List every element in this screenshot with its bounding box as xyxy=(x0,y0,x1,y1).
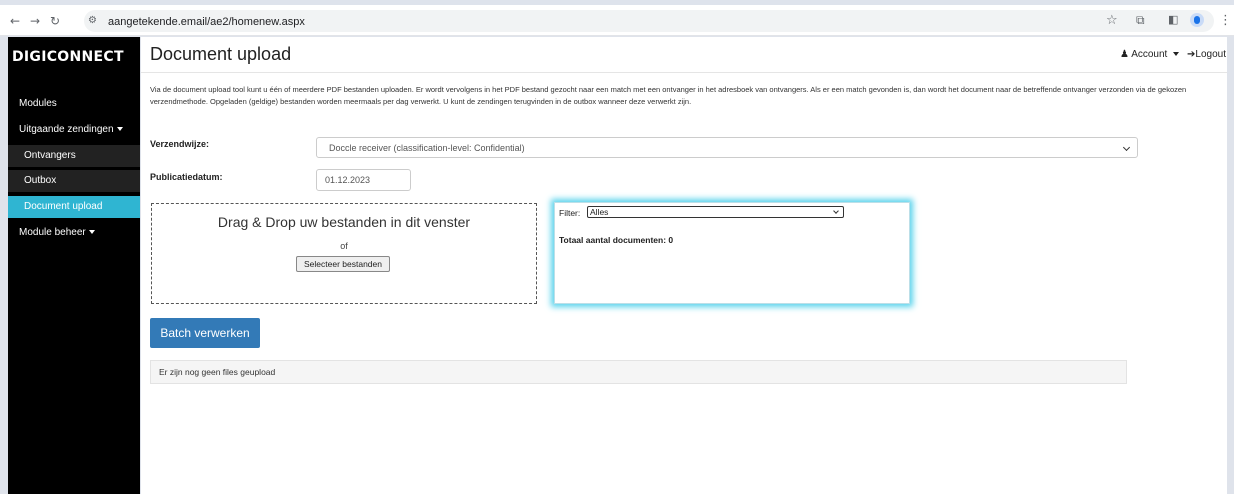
verzendwijze-select[interactable]: Doccle receiver (classification-level: C… xyxy=(316,137,1138,158)
sidebar-item-label: Uitgaande zendingen xyxy=(19,124,114,135)
forward-icon[interactable]: → xyxy=(30,14,40,28)
logout-link[interactable]: ➔Logout xyxy=(1187,49,1226,60)
total-documents: Totaal aantal documenten: 0 xyxy=(559,235,674,245)
sidebar-item-outbox[interactable]: Outbox xyxy=(8,170,140,192)
sidebar-item-label: Document upload xyxy=(24,201,103,212)
intro-text: Via de document upload tool kunt u één o… xyxy=(150,85,1187,106)
dropzone-or-text: of xyxy=(340,241,348,251)
url-text[interactable]: aangetekende.email/ae2/homenew.aspx xyxy=(108,16,305,28)
caret-down-icon xyxy=(1173,52,1180,57)
chevron-down-icon xyxy=(1122,143,1131,152)
back-icon[interactable]: ← xyxy=(10,14,20,28)
sidebar-item-label: Modules xyxy=(19,98,57,109)
verzendwijze-label: Verzendwijze: xyxy=(150,139,210,149)
verzendwijze-value: Doccle receiver (classification-level: C… xyxy=(329,143,525,153)
user-icon: ♟ xyxy=(1120,49,1129,60)
sidebar-item-ontvangers[interactable]: Ontvangers xyxy=(8,145,140,167)
logout-label: Logout xyxy=(1195,49,1226,60)
page-title: Document upload xyxy=(150,44,292,64)
site-info-icon[interactable]: ⚙ xyxy=(88,15,97,26)
digiconnect-logo[interactable]: DIGICONNECT xyxy=(12,49,124,65)
batch-process-button[interactable]: Batch verwerken xyxy=(150,318,260,348)
chevron-down-icon xyxy=(833,208,839,214)
divider xyxy=(141,72,1227,73)
filter-label: Filter: xyxy=(559,208,581,218)
dropzone-title: Drag & Drop uw bestanden in dit venster xyxy=(217,214,471,230)
filter-select[interactable]: Alles xyxy=(587,206,844,218)
sidebar-item-label: Ontvangers xyxy=(24,150,76,161)
sidebar-item-label: Module beheer xyxy=(19,227,86,238)
browser-tabstrip xyxy=(0,0,1234,5)
sidebar-item-document-upload[interactable]: Document upload xyxy=(8,196,140,218)
caret-down-icon xyxy=(116,127,123,132)
more-vert-icon[interactable]: ⋮ xyxy=(1219,13,1232,28)
select-files-button[interactable]: Selecteer bestanden xyxy=(296,256,390,272)
puzzle-icon[interactable]: ⧉ xyxy=(1136,13,1145,28)
dropzone[interactable]: Drag & Drop uw bestanden in dit venster … xyxy=(151,203,537,304)
caret-down-icon xyxy=(88,230,95,235)
sidebar-item-module-beheer[interactable]: Module beheer xyxy=(8,222,140,244)
filter-value: Alles xyxy=(590,207,609,217)
publicatiedatum-input[interactable]: 01.12.2023 xyxy=(316,169,411,191)
publicatiedatum-label: Publicatiedatum: xyxy=(150,172,223,182)
account-menu[interactable]: ♟ Account xyxy=(1120,49,1180,60)
sidepanel-icon[interactable]: ◧ xyxy=(1168,13,1178,26)
star-icon[interactable]: ☆ xyxy=(1106,13,1118,28)
reload-icon[interactable]: ↻ xyxy=(50,14,60,28)
profile-avatar-icon[interactable] xyxy=(1190,13,1204,27)
sidebar-item-uitgaande-zendingen[interactable]: Uitgaande zendingen xyxy=(8,119,140,141)
filter-panel: Filter: Alles Totaal aantal documenten: … xyxy=(554,202,910,304)
sidebar-item-modules[interactable]: Modules xyxy=(8,93,140,115)
logo-co-glyph: CO xyxy=(46,49,70,65)
sidebar-item-label: Outbox xyxy=(24,175,57,186)
page-right-edge xyxy=(1227,37,1234,494)
no-files-message: Er zijn nog geen files geupload xyxy=(150,360,1127,384)
account-label: Account xyxy=(1131,49,1168,60)
